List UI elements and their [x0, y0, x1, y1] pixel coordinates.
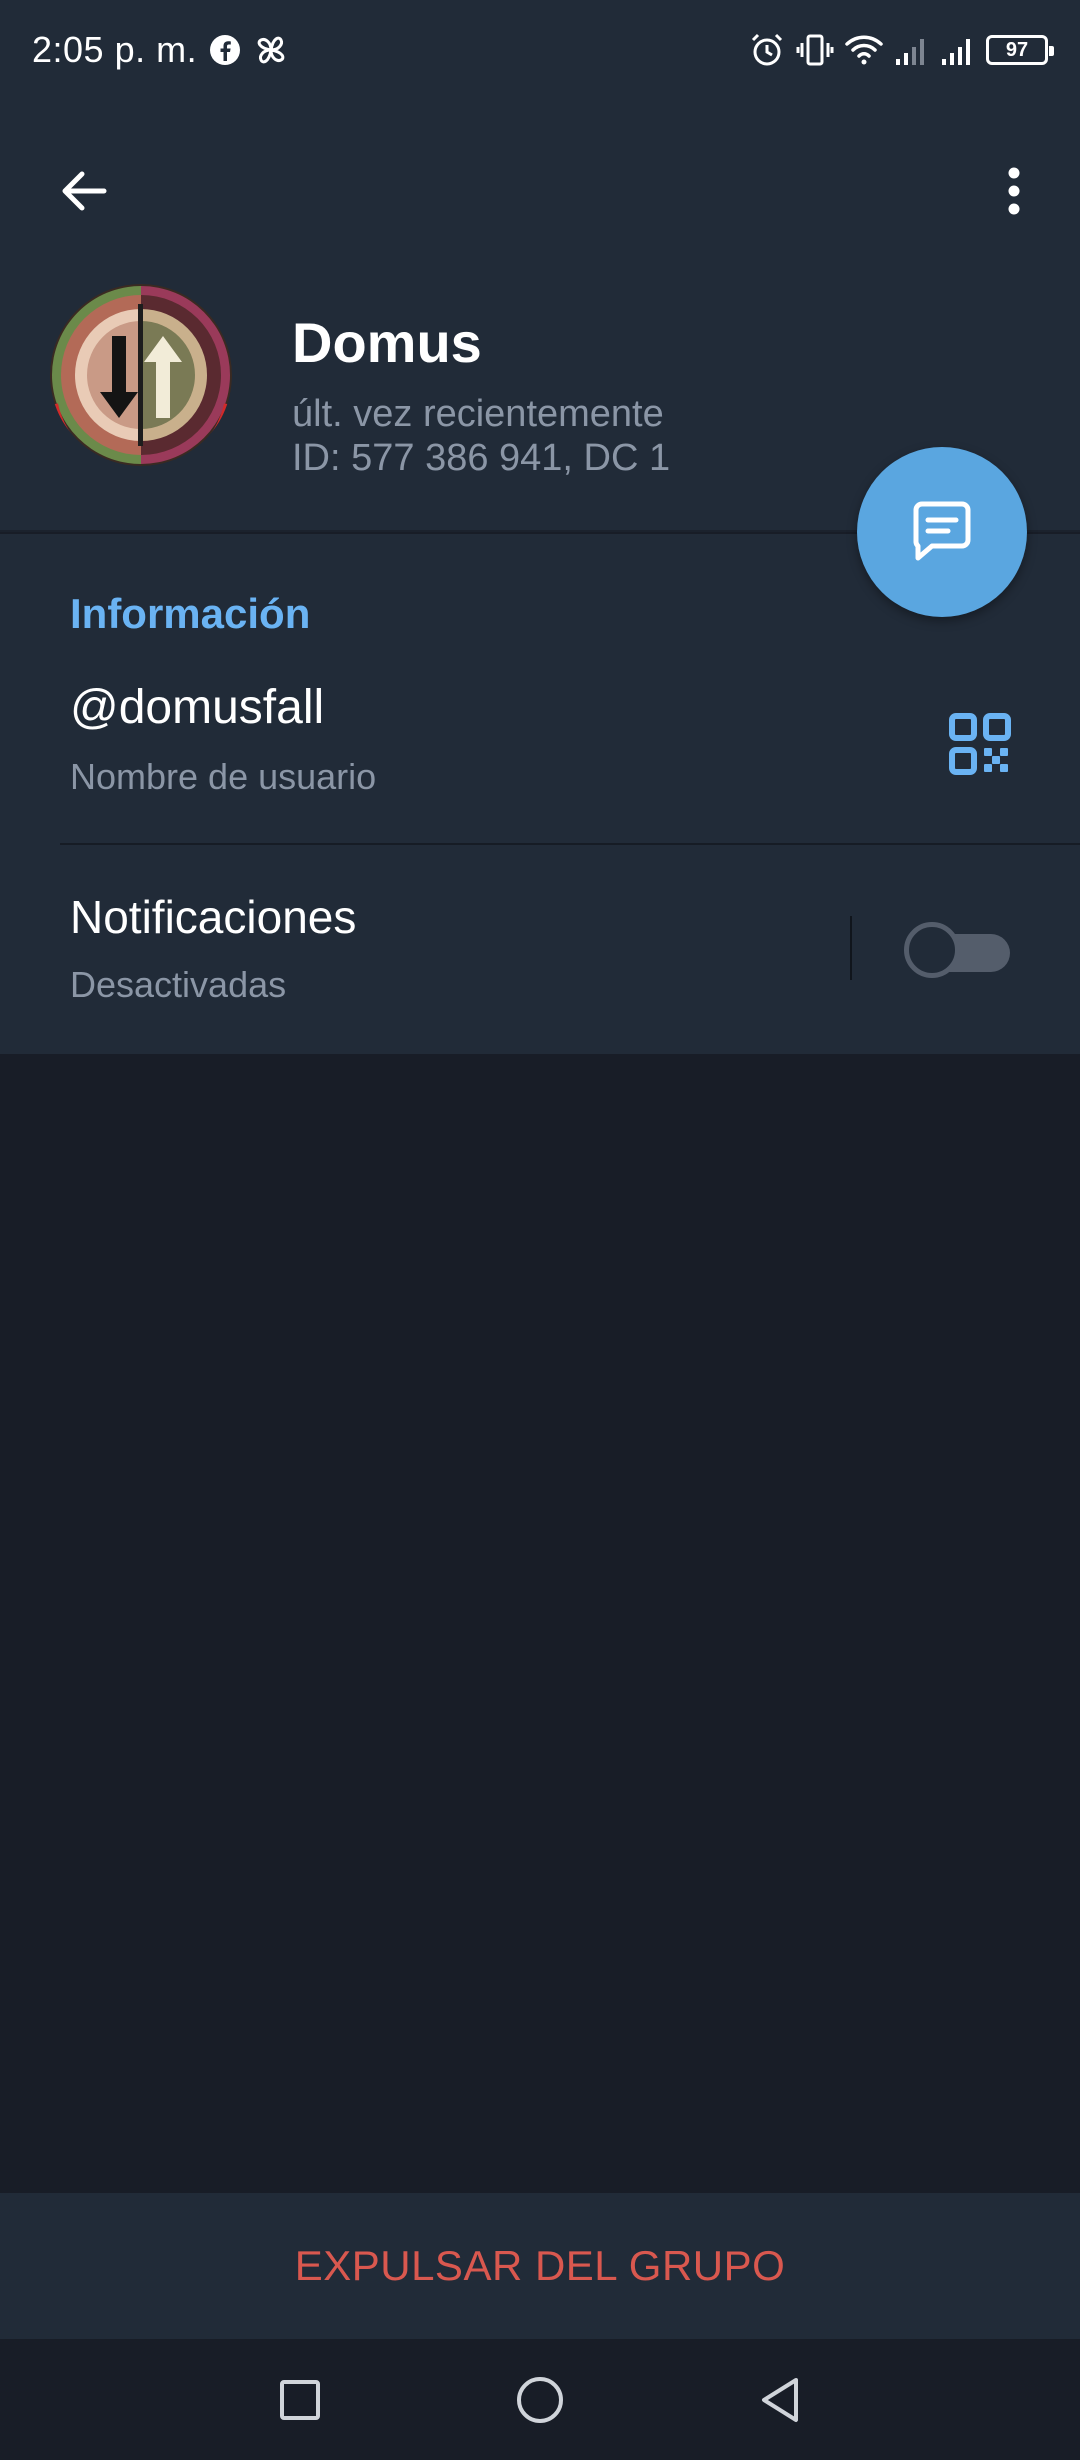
more-vertical-icon: [1008, 167, 1020, 215]
battery-icon: 97: [986, 35, 1054, 65]
username-label: Nombre de usuario: [70, 756, 377, 797]
status-right: 97: [748, 31, 1054, 69]
last-seen-status: últ. vez recientemente: [292, 393, 664, 435]
wifi-icon: [844, 33, 884, 67]
username-value[interactable]: @domusfall: [70, 680, 324, 735]
home-button[interactable]: [500, 2360, 580, 2440]
toggle-knob: [904, 922, 960, 978]
more-options-button[interactable]: [978, 155, 1050, 227]
facebook-icon: [209, 34, 241, 66]
divider: [60, 843, 1080, 845]
qr-code-button[interactable]: [948, 712, 1012, 776]
vertical-separator: [850, 916, 852, 980]
message-icon: [913, 501, 971, 561]
recents-button[interactable]: [260, 2360, 340, 2440]
user-id: ID: 577 386 941, DC 1: [292, 437, 671, 479]
qr-code-icon: [949, 713, 1011, 775]
send-message-fab[interactable]: [857, 447, 1027, 617]
arrow-left-icon: [62, 171, 107, 211]
status-bar: 2:05 p. m. 97: [0, 0, 1080, 100]
status-time: 2:05 p. m.: [32, 29, 198, 70]
pinwheel-icon: [253, 32, 289, 68]
system-navigation-bar: [0, 2340, 1080, 2460]
notifications-status: Desactivadas: [70, 964, 287, 1005]
square-icon: [280, 2380, 320, 2420]
triangle-back-icon: [762, 2378, 798, 2422]
signal-icon: [940, 33, 976, 67]
bottom-action-bar: EXPULSAR DEL GRUPO: [0, 2193, 1080, 2339]
section-title-info: Información: [70, 590, 311, 637]
back-nav-button[interactable]: [740, 2360, 820, 2440]
remove-from-group-button[interactable]: EXPULSAR DEL GRUPO: [295, 2242, 786, 2290]
back-button[interactable]: [48, 155, 120, 227]
signal-icon: [894, 33, 930, 67]
notifications-title[interactable]: Notificaciones: [70, 890, 356, 944]
alarm-icon: [748, 31, 786, 69]
battery-level: 97: [1005, 38, 1029, 61]
avatar[interactable]: [50, 284, 232, 466]
status-left: 2:05 p. m.: [32, 29, 289, 71]
profile-screen: 2:05 p. m. 97 Domus últ. vez recientemen…: [0, 0, 1080, 2460]
vibrate-icon: [796, 31, 834, 69]
circle-icon: [517, 2377, 563, 2423]
notifications-toggle[interactable]: [904, 918, 1010, 978]
profile-name: Domus: [292, 311, 482, 374]
